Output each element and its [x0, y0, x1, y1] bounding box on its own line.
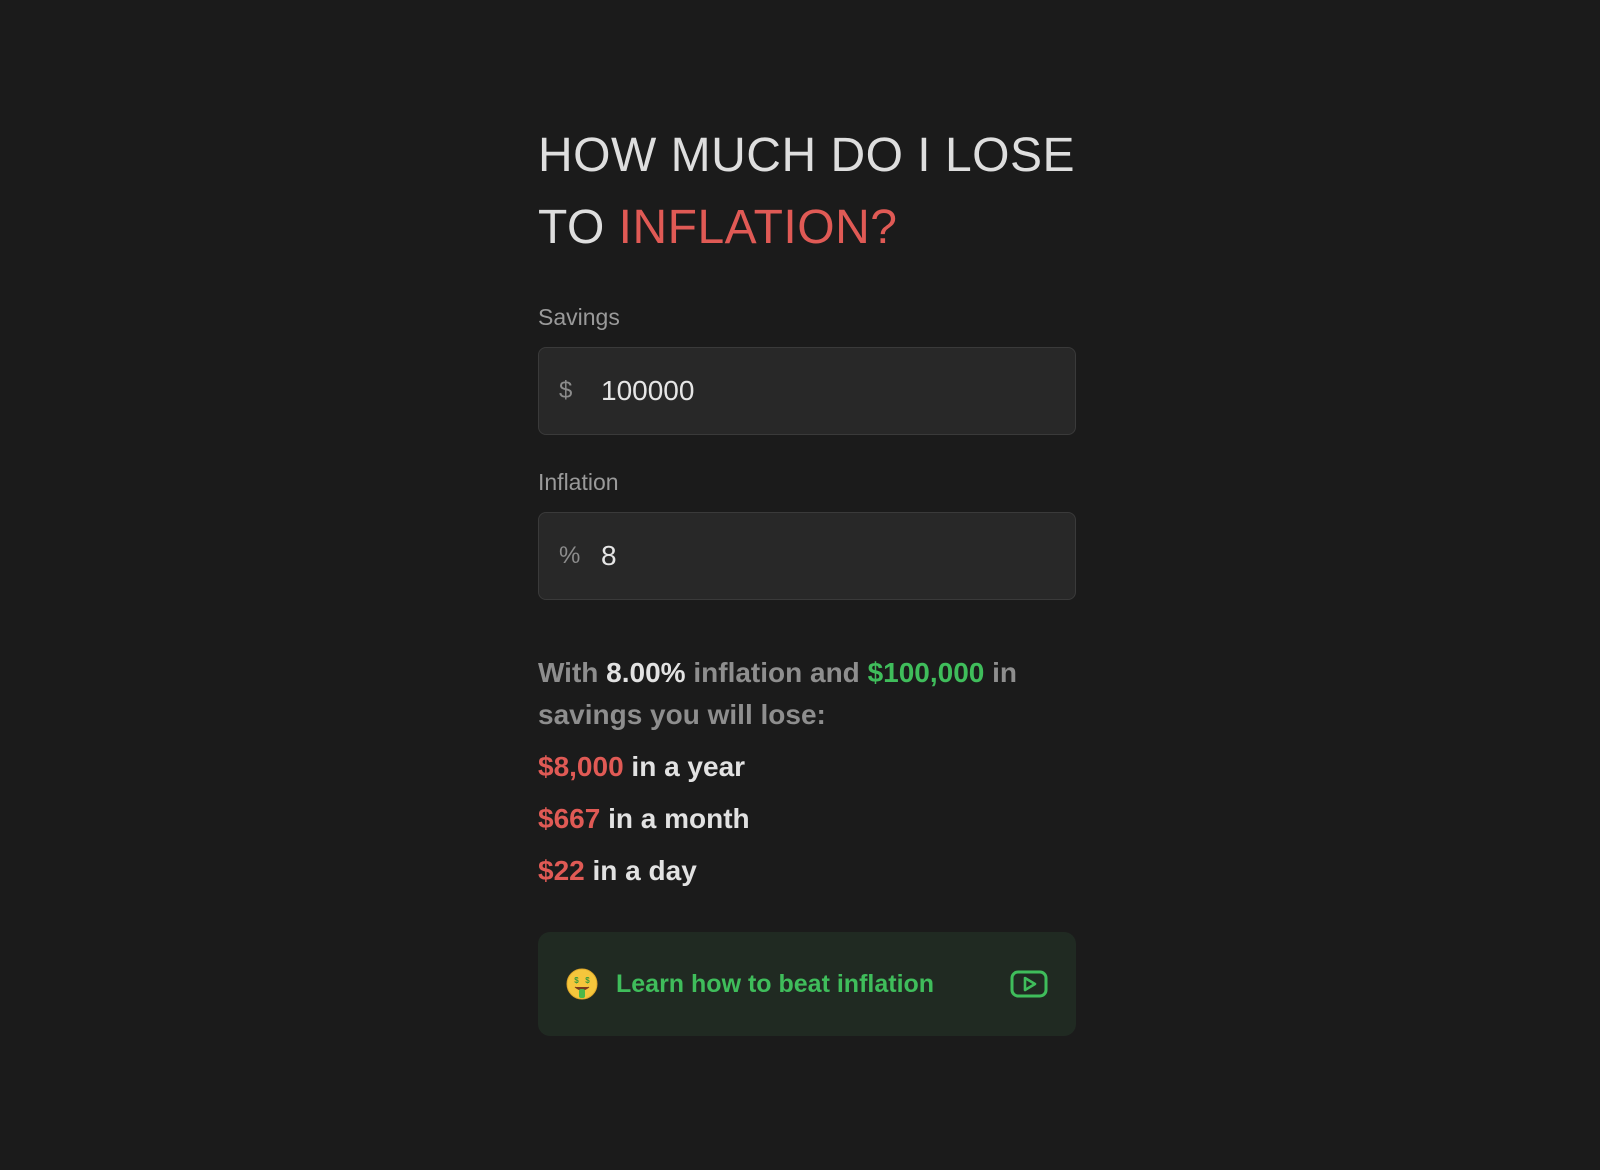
money-mouth-face-icon: $ $	[566, 968, 598, 1000]
savings-label: Savings	[538, 304, 620, 330]
beat-inflation-label: Learn how to beat inflation	[616, 969, 935, 998]
percent-prefix: %	[559, 542, 581, 569]
summary-with: With	[538, 657, 607, 688]
summary-amount: $100,000	[867, 657, 985, 688]
loss-year: $8,000 in a year	[538, 746, 1076, 798]
svg-text:$: $	[574, 976, 579, 985]
savings-input[interactable]	[601, 375, 1031, 407]
loss-amount: $667	[538, 803, 601, 834]
summary-text: With 8.00% inflation and $100,000 in sav…	[538, 652, 1076, 736]
summary-rate: 8.00%	[606, 657, 686, 688]
inflation-field[interactable]: %	[538, 512, 1076, 600]
loss-list: $8,000 in a year $667 in a month $22 in …	[538, 746, 1076, 902]
loss-month: $667 in a month	[538, 798, 1076, 850]
calculator-panel: HOW MUCH DO I LOSE TO INFLATION? Savings…	[538, 120, 1076, 1036]
summary-mid: inflation and	[685, 657, 868, 688]
inflation-input[interactable]	[601, 540, 1031, 572]
title-line-1: HOW MUCH DO I LOSE	[538, 129, 1076, 182]
loss-period: in a month	[600, 803, 750, 834]
page-title: HOW MUCH DO I LOSE TO INFLATION?	[538, 120, 1076, 264]
dollar-prefix: $	[559, 377, 573, 404]
loss-period: in a year	[623, 751, 746, 782]
beat-inflation-link[interactable]: $ $ Learn how to beat inflation	[538, 932, 1076, 1036]
loss-amount: $22	[538, 855, 585, 886]
savings-field[interactable]: $	[538, 347, 1076, 435]
loss-amount: $8,000	[538, 751, 624, 782]
inflation-label: Inflation	[538, 469, 619, 495]
loss-period: in a day	[584, 855, 697, 886]
youtube-play-icon	[1010, 970, 1048, 998]
title-accent: INFLATION?	[618, 201, 898, 254]
title-line-2-prefix: TO	[538, 201, 619, 254]
loss-day: $22 in a day	[538, 850, 1076, 902]
svg-text:$: $	[585, 976, 590, 985]
